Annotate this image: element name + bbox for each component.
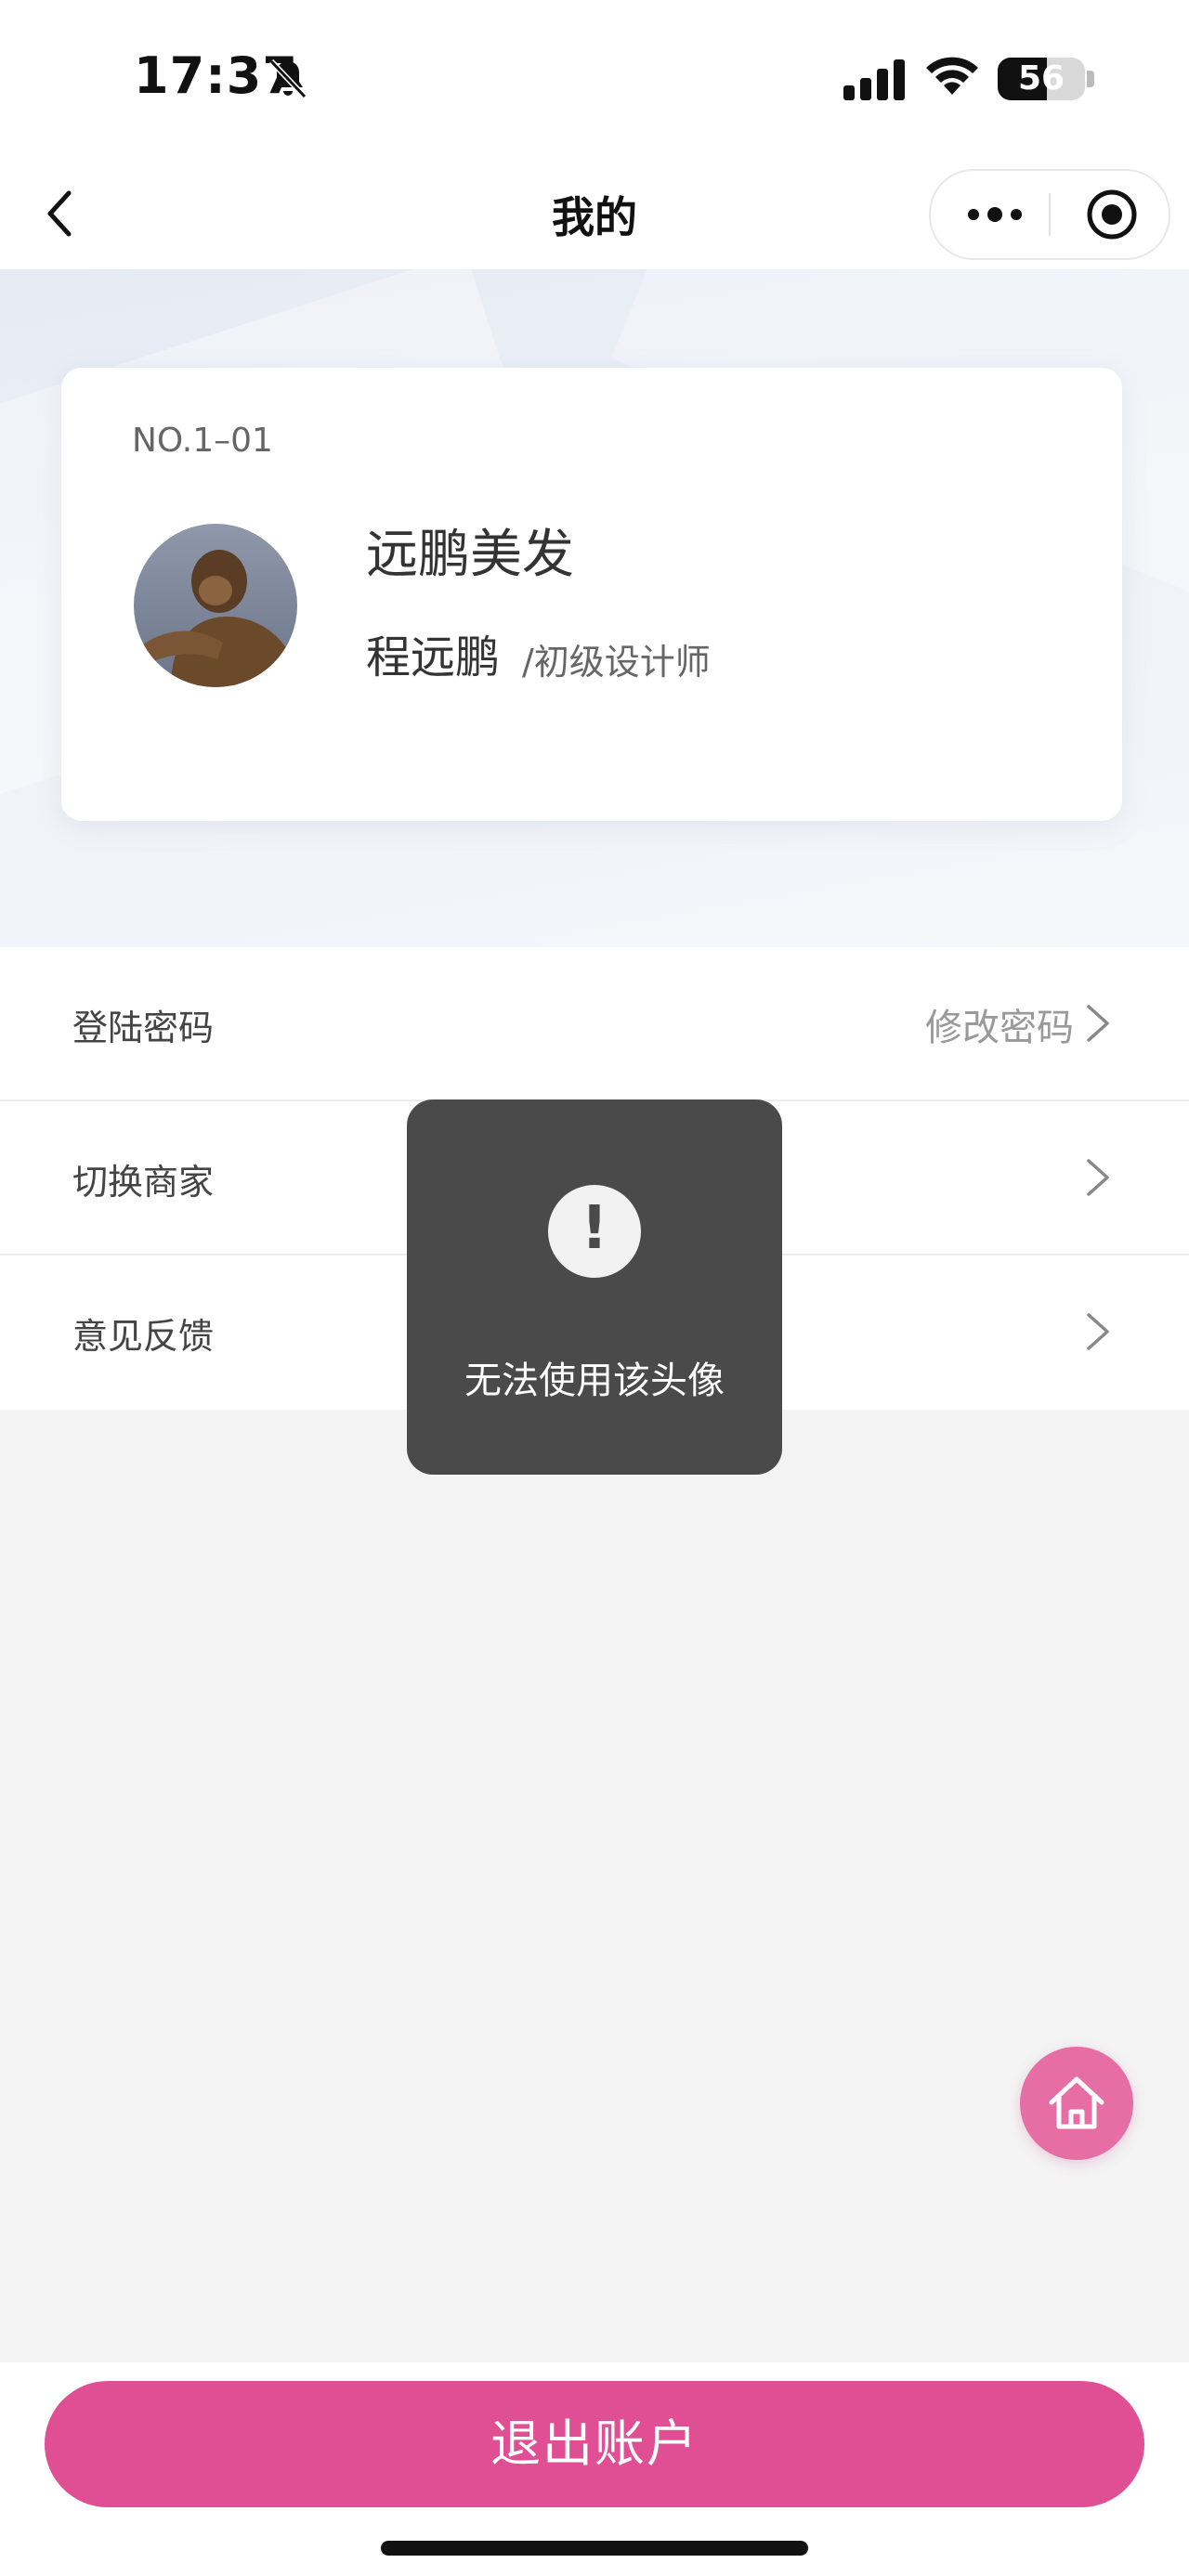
home-icon — [1049, 2076, 1104, 2129]
chevron-right-icon — [1087, 1313, 1109, 1350]
logout-button[interactable]: 退出账户 — [45, 2381, 1144, 2507]
status-bar: 17:37 56 — [0, 0, 1189, 158]
bell-muted-icon — [268, 59, 307, 99]
menu-item-value: 修改密码 — [925, 1007, 1074, 1049]
home-indicator — [381, 2541, 808, 2556]
capsule-divider — [1049, 193, 1051, 236]
member-number: NO.1–01 — [132, 422, 273, 460]
menu-item-label: 意见反馈 — [72, 1316, 215, 1357]
user-name: 程远鹏 — [366, 631, 501, 683]
cellular-signal-icon — [843, 59, 905, 100]
home-button[interactable] — [1020, 2047, 1133, 2160]
battery-tip — [1087, 71, 1094, 87]
battery-level: 56 — [1017, 59, 1065, 98]
toast-message: 无法使用该头像 — [464, 1360, 725, 1402]
target-icon[interactable] — [1083, 186, 1141, 243]
battery-icon: 56 — [998, 58, 1085, 100]
menu-item-label: 登陆密码 — [72, 1008, 215, 1048]
error-toast: ! 无法使用该头像 — [407, 1099, 782, 1475]
chevron-right-icon — [1087, 1159, 1109, 1196]
toast-icon-glyph: ! — [581, 1194, 608, 1263]
shop-name: 远鹏美发 — [366, 525, 574, 585]
chevron-right-icon — [1087, 1005, 1109, 1042]
menu-item-login-password[interactable]: 登陆密码 修改密码 — [0, 947, 1189, 1101]
profile-card: NO.1–01 远鹏美发 程远鹏 /初级设计师 — [61, 368, 1122, 821]
nav-bar: 我的 — [0, 158, 1189, 269]
more-dots-icon[interactable] — [964, 197, 1026, 232]
avatar[interactable] — [134, 524, 297, 687]
menu-item-label: 切换商家 — [72, 1162, 215, 1203]
exclamation-icon: ! — [548, 1185, 641, 1278]
mini-program-capsule — [929, 169, 1170, 260]
user-role: /初级设计师 — [522, 642, 711, 683]
wifi-icon — [926, 57, 978, 95]
bottom-bar: 退出账户 — [0, 2362, 1189, 2576]
